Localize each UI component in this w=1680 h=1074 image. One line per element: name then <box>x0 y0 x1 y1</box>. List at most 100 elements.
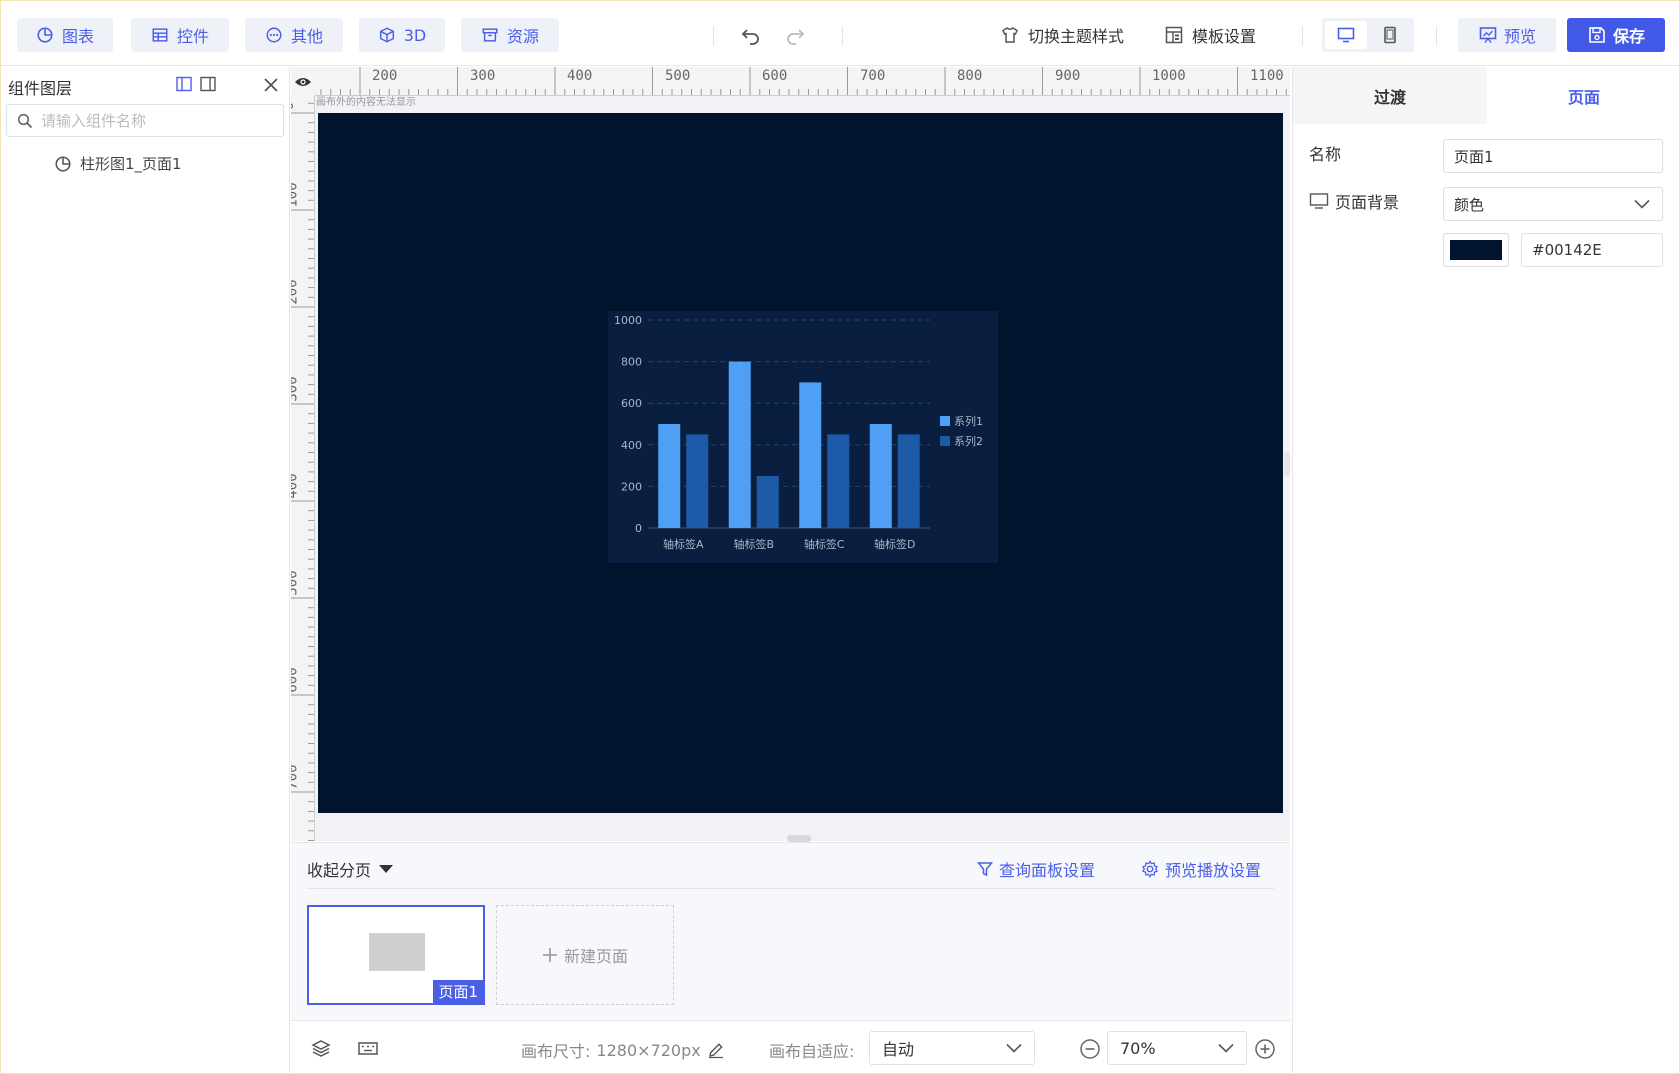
chart-legend-label: 系列2 <box>954 434 983 448</box>
chart-bar <box>799 382 822 528</box>
top-toolbar: 图表 控件 其他 3D 资源 切换主题样式 模板设置 预览 保存 <box>0 0 1680 66</box>
canvas-fit-label: 画布自适应: <box>769 1042 855 1061</box>
chart-x-tick-label: 轴标签D <box>874 537 915 551</box>
pie-chart-icon <box>55 155 71 172</box>
other-menu-button[interactable]: 其他 <box>245 18 343 52</box>
canvas-size-value: 1280×720px <box>596 1040 701 1060</box>
chart-menu-button[interactable]: 图表 <box>17 18 113 52</box>
filter-icon <box>977 862 993 877</box>
template-grid-icon <box>1165 26 1183 44</box>
visibility-toggle[interactable] <box>291 67 315 96</box>
control-menu-button[interactable]: 控件 <box>131 18 229 52</box>
redo-icon <box>787 29 805 45</box>
layer-panel: 组件图层 柱形图1_页面1 <box>0 67 290 1074</box>
keyboard-icon <box>358 1042 378 1055</box>
panel-left-icon[interactable] <box>176 76 192 92</box>
chevron-down-icon <box>1218 1043 1234 1053</box>
desktop-view-button[interactable] <box>1325 21 1367 49</box>
zoom-select[interactable]: 70% <box>1107 1031 1247 1065</box>
layer-panel-title: 组件图层 <box>8 79 73 98</box>
ruler-label: 400 <box>567 68 593 84</box>
table-icon <box>152 28 168 42</box>
tab-transition[interactable]: 过渡 <box>1293 67 1487 124</box>
zoom-out-button[interactable] <box>1079 1038 1101 1060</box>
query-panel-settings-button[interactable]: 查询面板设置 <box>977 857 1095 881</box>
save-label: 保存 <box>1612 27 1645 46</box>
chart-bar <box>827 434 850 528</box>
pencil-icon[interactable] <box>707 1041 725 1059</box>
layer-search <box>6 104 284 137</box>
page-thumbnail-label: 页面1 <box>433 980 483 1003</box>
presentation-icon <box>1479 27 1497 43</box>
ruler-label: 700 <box>291 764 301 790</box>
ruler-label: 1100 <box>1250 68 1284 84</box>
chart-legend-swatch <box>940 416 950 426</box>
chart-bar <box>686 434 709 528</box>
preview-play-settings-button[interactable]: 预览播放设置 <box>1141 857 1261 881</box>
ruler-horizontal-ticks <box>320 67 1287 95</box>
tab-page[interactable]: 页面 <box>1487 67 1680 124</box>
tablet-view-button[interactable] <box>1369 21 1411 49</box>
close-icon[interactable] <box>262 76 280 94</box>
canvas-size: 画布尺寸: 1280×720px <box>521 1038 725 1062</box>
redo-button[interactable] <box>780 20 810 50</box>
layer-item-label: 柱形图1_页面1 <box>80 155 182 173</box>
background-color-field[interactable]: #00142E <box>1521 233 1663 267</box>
zoom-out-icon <box>1080 1039 1100 1059</box>
layers-toggle-button[interactable] <box>311 1038 331 1058</box>
preview-play-label: 预览播放设置 <box>1165 861 1262 880</box>
3d-menu-button[interactable]: 3D <box>359 18 445 52</box>
chart-bar <box>658 424 681 528</box>
chart-bar <box>869 424 892 528</box>
panel-right-icon[interactable] <box>200 76 216 92</box>
ruler-label: 400 <box>291 473 301 499</box>
toolbar-divider <box>842 26 843 46</box>
layer-item[interactable]: 柱形图1_页面1 <box>54 153 182 174</box>
chart-x-tick-label: 轴标签A <box>663 537 704 551</box>
background-type-select[interactable]: 颜色 <box>1443 187 1663 221</box>
background-color-picker[interactable] <box>1443 233 1509 267</box>
zoom-in-button[interactable] <box>1254 1038 1276 1060</box>
chart-y-tick-label: 600 <box>621 397 642 410</box>
canvas-fit-value: 自动 <box>882 1040 915 1059</box>
background-type-value: 颜色 <box>1454 195 1485 214</box>
canvas-size-label: 画布尺寸: <box>521 1042 591 1061</box>
new-page-button[interactable]: 新建页面 <box>496 905 674 1005</box>
more-dots-icon <box>266 27 282 43</box>
layer-search-input[interactable] <box>41 111 261 130</box>
background-color-value: #00142E <box>1532 241 1602 259</box>
panel-resize-handle[interactable] <box>1284 452 1290 476</box>
layer-view-toggles <box>176 76 216 92</box>
caret-down-icon <box>379 865 394 873</box>
tablet-icon <box>1384 26 1396 44</box>
save-disk-icon <box>1589 27 1605 43</box>
ruler-label: 800 <box>957 68 983 84</box>
page-strip: 收起分页 查询面板设置 预览播放设置 页面1 新建页面 <box>291 842 1290 1020</box>
undo-button[interactable] <box>736 20 766 50</box>
ruler-label: 1000 <box>1152 68 1186 84</box>
page-strip-resize-handle[interactable] <box>787 835 811 842</box>
chart-y-tick-label: 0 <box>635 522 642 535</box>
canvas-fit-select[interactable]: 自动 <box>869 1031 1035 1065</box>
preview-button[interactable]: 预览 <box>1458 18 1556 52</box>
keyboard-shortcuts-button[interactable] <box>357 1038 379 1058</box>
ruler-label: 300 <box>470 68 496 84</box>
template-settings-button[interactable]: 模板设置 <box>1164 18 1256 52</box>
color-swatch <box>1450 240 1502 260</box>
chart-legend-swatch <box>940 436 950 446</box>
page-name-field[interactable]: 页面1 <box>1443 139 1663 173</box>
switch-theme-button[interactable]: 切换主题样式 <box>1000 18 1124 52</box>
ruler-label: 200 <box>372 68 398 84</box>
page-background-label: 页面背景 <box>1309 189 1399 213</box>
device-toggle <box>1322 18 1414 52</box>
toolbar-divider <box>1302 26 1303 46</box>
bar-chart-component[interactable]: 0 200 400 600 800 1000 轴标签A 轴标签B 轴标签C 轴标签D 系列1 系列2 <box>608 311 998 563</box>
collapse-pages-button[interactable]: 收起分页 <box>307 857 394 881</box>
chart-bar <box>728 361 751 528</box>
zoom-in-icon <box>1255 1039 1275 1059</box>
page-thumbnail[interactable]: 页面1 <box>307 905 485 1005</box>
bar-chart: 0 200 400 600 800 1000 轴标签A 轴标签B 轴标签C 轴标签D 系列1 系列2 <box>614 314 983 551</box>
save-button[interactable]: 保存 <box>1567 18 1665 52</box>
resource-menu-button[interactable]: 资源 <box>461 18 559 52</box>
other-menu-label: 其他 <box>290 27 323 46</box>
